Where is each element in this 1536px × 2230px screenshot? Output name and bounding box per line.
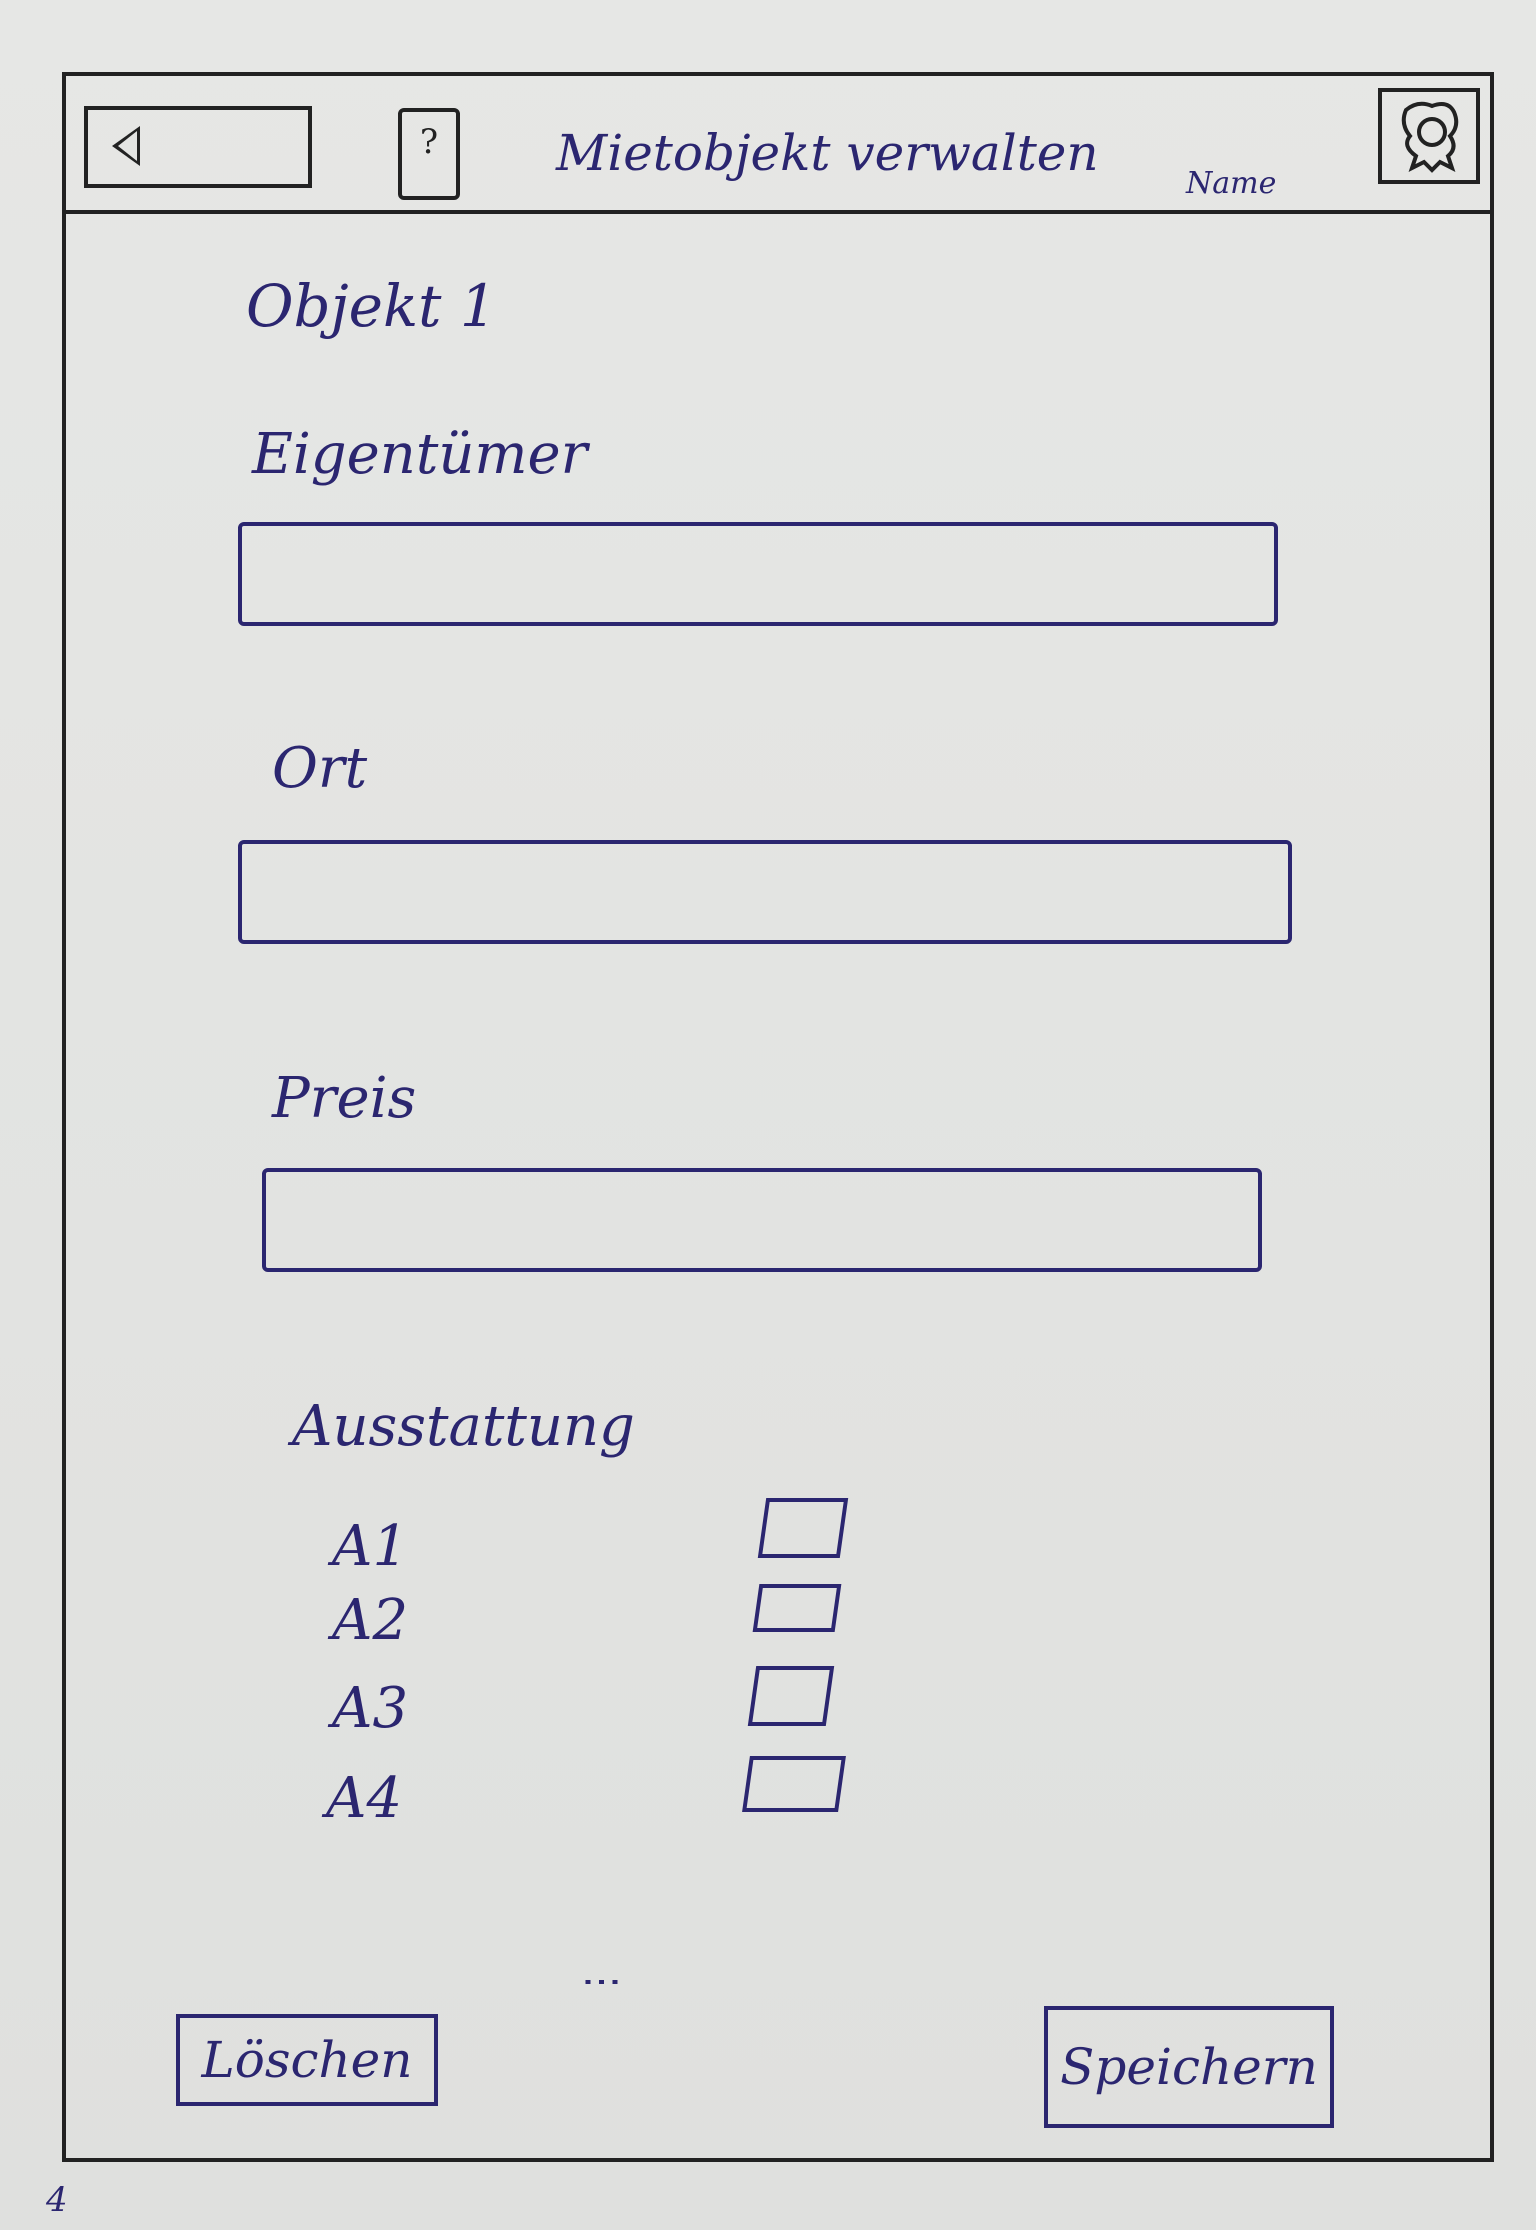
equipment-option-a1-label: A1 <box>332 1514 409 1579</box>
owner-label: Eigentümer <box>252 422 588 487</box>
location-input[interactable] <box>238 840 1292 944</box>
back-button[interactable] <box>84 106 312 188</box>
page-title: Mietobjekt verwalten <box>556 124 1099 182</box>
equipment-option-a2-label: A2 <box>332 1588 409 1653</box>
location-label: Ort <box>272 736 368 801</box>
equipment-option-a3-label: A3 <box>332 1676 409 1741</box>
price-label: Preis <box>272 1066 417 1131</box>
equipment-option-a3-checkbox[interactable] <box>747 1666 835 1726</box>
more-options-indicator: ⋮ <box>579 1962 625 2002</box>
user-name: Name <box>1186 166 1277 201</box>
user-avatar-icon[interactable] <box>1378 88 1480 184</box>
delete-button[interactable]: Löschen <box>176 2014 438 2106</box>
equipment-option-a1-checkbox[interactable] <box>757 1498 849 1558</box>
price-input[interactable] <box>262 1168 1262 1272</box>
equipment-option-a4-label: A4 <box>326 1766 403 1831</box>
object-title: Objekt 1 <box>246 272 497 340</box>
chevron-left-icon <box>112 126 140 166</box>
page-number: 4 <box>46 2180 68 2220</box>
equipment-option-a4-checkbox[interactable] <box>742 1756 846 1812</box>
equipment-label: Ausstattung <box>292 1394 635 1459</box>
save-button[interactable]: Speichern <box>1044 2006 1334 2128</box>
equipment-option-a2-checkbox[interactable] <box>752 1584 842 1632</box>
top-bar: ? Mietobjekt verwalten Name <box>66 76 1490 214</box>
help-button[interactable]: ? <box>398 108 460 200</box>
owner-input[interactable] <box>238 522 1278 626</box>
app-screen: ? Mietobjekt verwalten Name Objekt 1 Eig… <box>62 72 1494 2162</box>
